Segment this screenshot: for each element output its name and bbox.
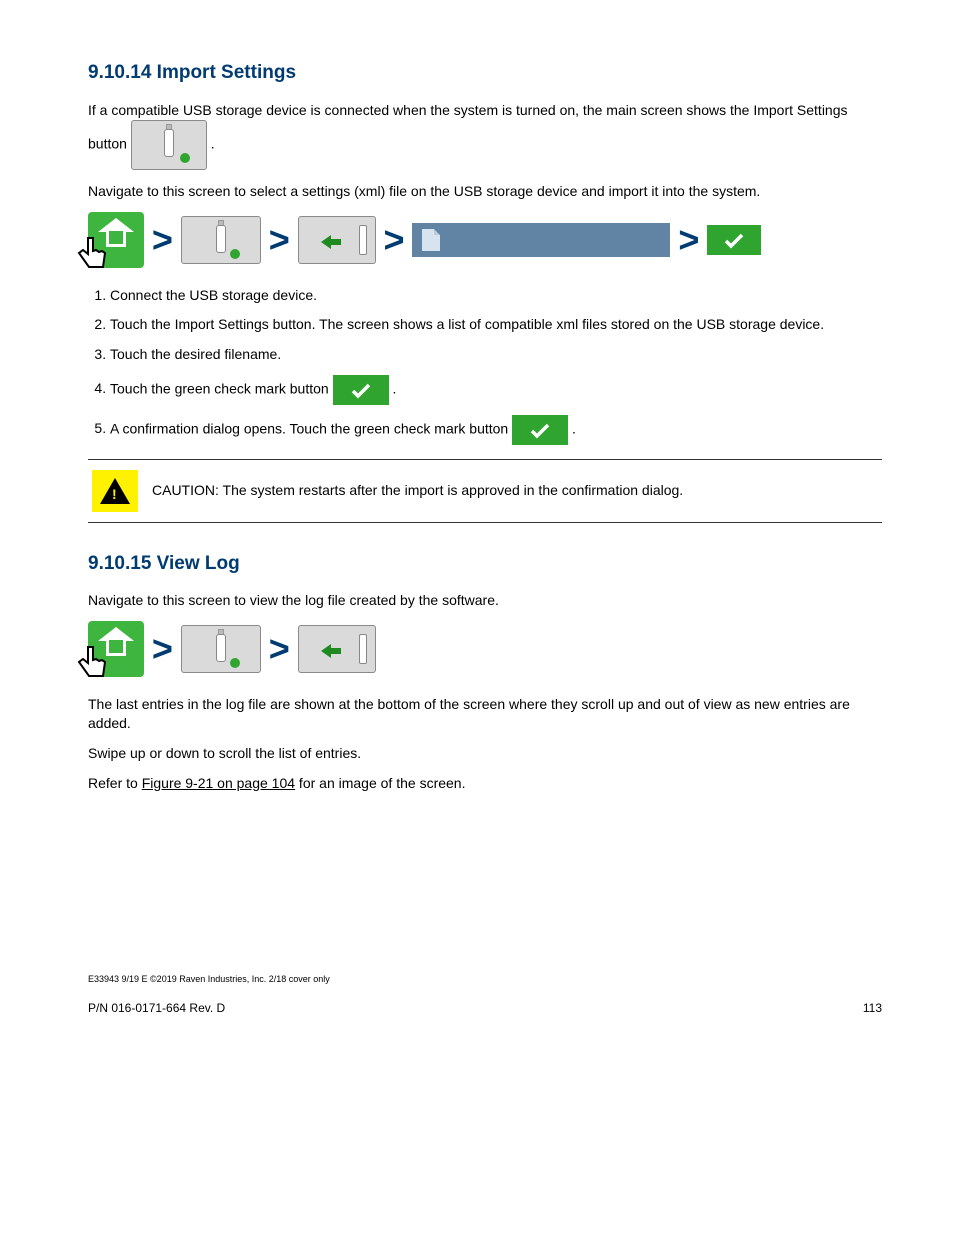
step-4-post: .: [392, 380, 396, 396]
step-3: Touch the desired filename.: [110, 345, 882, 365]
footer-page: 113: [863, 1000, 882, 1017]
check-icon: [350, 382, 372, 400]
status-dot-icon: [230, 249, 240, 259]
document-icon: [422, 229, 440, 251]
arrow-left-icon: [321, 235, 331, 249]
pointer-hand-icon: [70, 641, 114, 685]
footer-disclaimer: E33943 9/19 E ©2019 Raven Industries, In…: [88, 973, 882, 986]
import-button[interactable]: [298, 625, 376, 673]
usb-small-icon: [359, 225, 367, 255]
viewlog-p2: Swipe up or down to scroll the list of e…: [88, 744, 882, 764]
file-list-item[interactable]: [412, 223, 670, 257]
usb-icon: [216, 634, 226, 662]
steps-list: Connect the USB storage device. Touch th…: [110, 286, 882, 445]
chevron-right-icon: >: [678, 215, 699, 265]
warning-icon: [92, 470, 138, 512]
check-icon: [723, 232, 745, 250]
import-settings-button-inline[interactable]: [131, 120, 207, 170]
step-1: Connect the USB storage device.: [110, 286, 882, 306]
arrow-left-icon: [321, 644, 331, 658]
chevron-right-icon: >: [152, 624, 173, 674]
step-4: Touch the green check mark button .: [110, 375, 882, 405]
page-footer: P/N 016-0171-664 Rev. D 113: [88, 1000, 882, 1017]
nav-path-row-1: > > > >: [88, 212, 882, 268]
chevron-right-icon: >: [384, 215, 405, 265]
caution-bar: CAUTION: The system restarts after the i…: [88, 459, 882, 523]
section-title-viewlog: 9.10.15 View Log: [88, 551, 882, 578]
chevron-right-icon: >: [269, 215, 290, 265]
confirm-button-inline[interactable]: [333, 375, 389, 405]
usb-icon: [164, 129, 174, 157]
step-5: A confirmation dialog opens. Touch the g…: [110, 415, 882, 445]
nav-path-row-2: > >: [88, 621, 882, 677]
usb-settings-button[interactable]: [181, 625, 261, 673]
usb-settings-button[interactable]: [181, 216, 261, 264]
usb-icon: [216, 225, 226, 253]
footer-pn: P/N 016-0171-664 Rev. D: [88, 1000, 225, 1017]
pointer-hand-icon: [70, 232, 114, 276]
viewlog-p3-pre: Refer to: [88, 775, 142, 791]
check-icon: [529, 422, 551, 440]
intro-text-1-post: .: [211, 136, 215, 152]
chevron-right-icon: >: [152, 215, 173, 265]
home-icon: [98, 218, 134, 232]
viewlog-p1: The last entries in the log file are sho…: [88, 695, 882, 734]
import-button[interactable]: [298, 216, 376, 264]
intro-paragraph-1: If a compatible USB storage device is co…: [88, 101, 882, 171]
section-title-import: 9.10.14 Import Settings: [88, 60, 882, 87]
intro-paragraph-2: Navigate to this screen to select a sett…: [88, 182, 882, 202]
step-2: Touch the Import Settings button. The sc…: [110, 315, 882, 335]
viewlog-p3-link[interactable]: Figure 9-21 on page 104: [142, 775, 295, 791]
usb-small-icon: [359, 634, 367, 664]
viewlog-intro: Navigate to this screen to view the log …: [88, 591, 882, 611]
confirm-button-inline-2[interactable]: [512, 415, 568, 445]
confirm-button[interactable]: [707, 225, 761, 255]
step-5-pre: A confirmation dialog opens. Touch the g…: [110, 420, 512, 436]
viewlog-p3: Refer to Figure 9-21 on page 104 for an …: [88, 774, 882, 794]
caution-text: CAUTION: The system restarts after the i…: [152, 481, 683, 501]
step-5-post: .: [572, 420, 576, 436]
status-dot-icon: [230, 658, 240, 668]
step-4-pre: Touch the green check mark button: [110, 380, 333, 396]
home-icon: [98, 627, 134, 641]
chevron-right-icon: >: [269, 624, 290, 674]
viewlog-p3-post: for an image of the screen.: [295, 775, 465, 791]
status-dot-icon: [180, 153, 190, 163]
